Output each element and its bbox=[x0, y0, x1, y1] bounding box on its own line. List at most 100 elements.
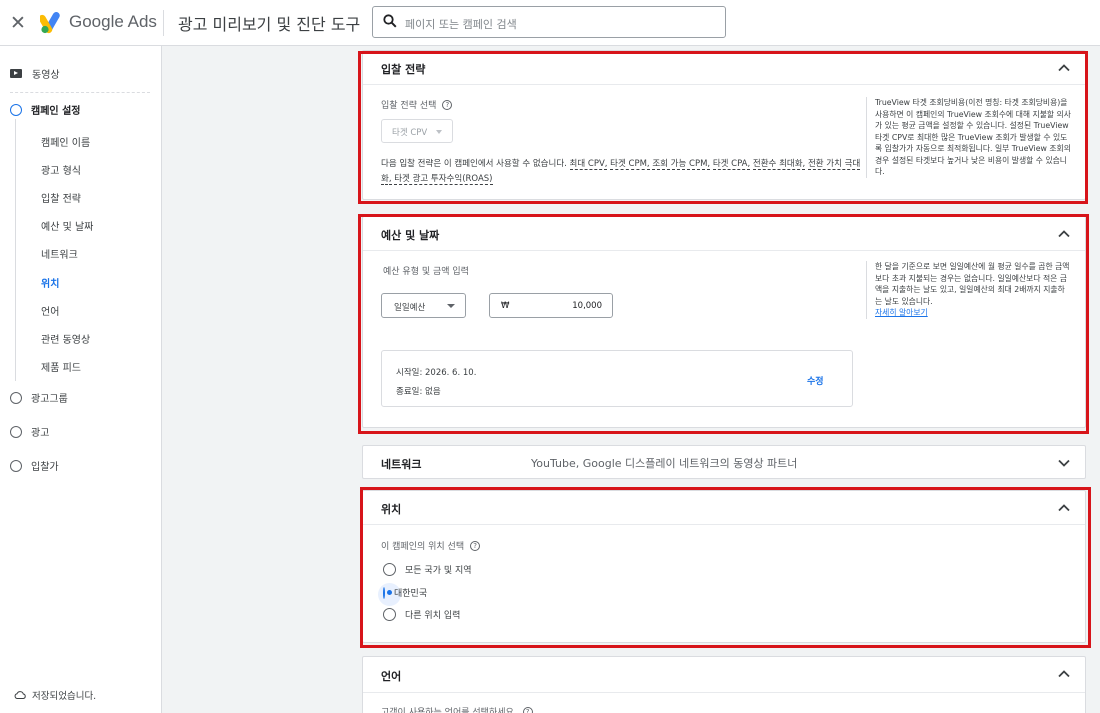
sidebar-subitem-network[interactable]: 네트워크 bbox=[41, 246, 78, 261]
step-circle-icon bbox=[10, 425, 22, 438]
video-icon bbox=[10, 69, 22, 78]
sidebar-subitem-product-feed[interactable]: 제품 피드 bbox=[41, 359, 81, 374]
sidebar-step-campaign-settings[interactable]: 캠페인 설정 bbox=[10, 102, 80, 117]
sidebar-subitem-budget[interactable]: 예산 및 날짜 bbox=[41, 218, 93, 233]
location-card: 위치 이 캠페인의 위치 선택? 모든 국가 및 지역 대한민국 다른 위치 입… bbox=[362, 490, 1086, 643]
sidebar: 동영상 캠페인 설정 캠페인 이름 광고 형식 입찰 전략 예산 및 날짜 네트… bbox=[0, 46, 162, 713]
bidding-strategy-card: 입찰 전략 입찰 전략 선택? 타겟 CPV 다음 입찰 전략은 이 캠페인에서… bbox=[362, 50, 1086, 200]
radio-label: 모든 국가 및 지역 bbox=[405, 566, 472, 576]
radio-button-selected[interactable] bbox=[383, 586, 385, 599]
sidebar-subitem-ad-format[interactable]: 광고 형식 bbox=[41, 162, 81, 177]
strategy-link-max-conversions[interactable]: 전환수 최대화, bbox=[752, 159, 806, 170]
dropdown-arrow-icon bbox=[436, 130, 442, 134]
network-summary: YouTube, Google 디스플레이 네트워크의 동영상 파트너 bbox=[531, 457, 798, 470]
close-icon[interactable]: ✕ bbox=[10, 12, 26, 34]
card-header[interactable]: 입찰 전략 bbox=[363, 51, 1085, 85]
chevron-up-icon[interactable] bbox=[1057, 667, 1071, 681]
sidebar-item-label: 동영상 bbox=[32, 70, 60, 81]
card-header[interactable]: 예산 및 날짜 bbox=[363, 217, 1085, 251]
learn-more-link[interactable]: 자세히 알아보기 bbox=[875, 307, 1071, 319]
strategy-link-max-cpv[interactable]: 최대 CPV, bbox=[569, 159, 608, 170]
help-icon[interactable]: ? bbox=[470, 540, 481, 551]
brand-name: Google Ads bbox=[69, 12, 157, 31]
sidebar-divider bbox=[10, 92, 150, 93]
budget-dates-card: 예산 및 날짜 예산 유형 및 금액 입력 일일예산 ₩ 10,000 시작일:… bbox=[362, 216, 1086, 428]
tool-title: 광고 미리보기 및 진단 도구 bbox=[178, 15, 361, 34]
radio-wrap bbox=[378, 582, 401, 606]
sidebar-connector-line bbox=[15, 119, 16, 381]
sidebar-item-video[interactable]: 동영상 bbox=[10, 66, 60, 81]
chevron-up-icon[interactable] bbox=[1057, 501, 1071, 515]
chevron-down-icon[interactable] bbox=[1057, 456, 1071, 470]
sidebar-step-ads[interactable]: 광고 bbox=[10, 424, 49, 439]
label-text: 고객이 사용하는 언어를 선택하세요. bbox=[381, 708, 517, 713]
strategy-link-target-cpa[interactable]: 타겟 CPA, bbox=[712, 159, 751, 170]
sidebar-item-label: 광고그룹 bbox=[31, 394, 68, 405]
label-text: 입찰 전략 선택 bbox=[381, 101, 437, 111]
location-option-korea[interactable]: 대한민국 bbox=[378, 582, 428, 606]
bidding-select-label: 입찰 전략 선택? bbox=[381, 98, 453, 111]
cloud-done-icon bbox=[14, 691, 26, 699]
location-option-other[interactable]: 다른 위치 입력 bbox=[383, 608, 460, 621]
sidebar-subitem-related-videos[interactable]: 관련 동영상 bbox=[41, 331, 90, 346]
radio-label: 대한민국 bbox=[394, 589, 428, 599]
note-prefix: 다음 입찰 전략은 이 캠페인에서 사용할 수 없습니다. bbox=[381, 159, 567, 169]
sidebar-subitem-location[interactable]: 위치 bbox=[41, 275, 59, 290]
start-date: 시작일: 2026. 6. 10. bbox=[396, 368, 477, 378]
sidebar-step-ad-group[interactable]: 광고그룹 bbox=[10, 390, 68, 405]
language-select-label: 고객이 사용하는 언어를 선택하세요.? bbox=[381, 705, 533, 713]
radio-button[interactable] bbox=[383, 563, 396, 576]
saved-status: 저장되었습니다. bbox=[14, 688, 96, 702]
budget-type-label: 예산 유형 및 금액 입력 bbox=[383, 267, 469, 277]
location-option-all[interactable]: 모든 국가 및 지역 bbox=[383, 563, 472, 576]
edit-dates-button[interactable]: 수정 bbox=[807, 374, 824, 387]
step-circle-icon bbox=[10, 459, 22, 472]
label-text: 이 캠페인의 위치 선택 bbox=[381, 542, 465, 552]
date-summary-box: 시작일: 2026. 6. 10. 종료일: 없음 수정 bbox=[381, 350, 853, 407]
google-ads-logo-icon bbox=[40, 12, 60, 34]
sidebar-item-label: 캠페인 설정 bbox=[31, 106, 81, 117]
dropdown-arrow-icon bbox=[447, 304, 455, 308]
help-icon[interactable]: ? bbox=[442, 99, 453, 110]
bidding-strategy-dropdown: 타겟 CPV bbox=[381, 119, 453, 143]
end-date: 종료일: 없음 bbox=[396, 387, 441, 397]
chevron-up-icon[interactable] bbox=[1057, 61, 1071, 75]
chevron-up-icon[interactable] bbox=[1057, 227, 1071, 241]
aside-text: TrueView 타겟 조회당비용(이전 명칭: 타겟 조회당비용)을 사용하면… bbox=[875, 98, 1071, 176]
sidebar-subitem-campaign-name[interactable]: 캠페인 이름 bbox=[41, 134, 90, 149]
bidding-help-aside: TrueView 타겟 조회당비용(이전 명칭: 타겟 조회당비용)을 사용하면… bbox=[866, 97, 1071, 178]
sidebar-step-bids[interactable]: 입찰가 bbox=[10, 458, 59, 473]
step-circle-icon bbox=[10, 391, 22, 404]
card-title: 예산 및 날짜 bbox=[381, 229, 440, 242]
card-title: 위치 bbox=[381, 503, 402, 516]
search-icon bbox=[383, 14, 397, 28]
currency-symbol: ₩ bbox=[501, 301, 510, 311]
network-card[interactable]: 네트워크 YouTube, Google 디스플레이 네트워크의 동영상 파트너 bbox=[362, 445, 1086, 479]
budget-help-aside: 한 달을 기준으로 보면 일일예산에 월 평균 일수를 곱한 금액보다 초과 지… bbox=[866, 261, 1071, 319]
card-title: 네트워크 bbox=[381, 458, 422, 471]
budget-amount-input[interactable]: ₩ 10,000 bbox=[489, 293, 613, 318]
sidebar-subitem-language[interactable]: 언어 bbox=[41, 303, 59, 318]
card-title: 입찰 전략 bbox=[381, 63, 426, 76]
strategy-link-target-cpm[interactable]: 타겟 CPM, bbox=[610, 159, 650, 170]
card-header[interactable]: 위치 bbox=[363, 491, 1085, 525]
budget-type-dropdown[interactable]: 일일예산 bbox=[381, 293, 466, 318]
strategy-link-viewable-cpm[interactable]: 조회 가능 CPM, bbox=[652, 159, 711, 170]
card-title: 언어 bbox=[381, 670, 402, 683]
sidebar-item-label: 광고 bbox=[31, 428, 50, 439]
radio-label: 다른 위치 입력 bbox=[405, 611, 461, 621]
step-circle-icon bbox=[10, 103, 22, 116]
search-placeholder: 페이지 또는 캠페인 검색 bbox=[405, 18, 517, 31]
help-icon[interactable]: ? bbox=[522, 706, 533, 713]
search-input[interactable]: 페이지 또는 캠페인 검색 bbox=[372, 6, 726, 38]
sidebar-subitem-bidding[interactable]: 입찰 전략 bbox=[41, 190, 81, 205]
card-header[interactable]: 언어 bbox=[363, 657, 1085, 693]
header-divider bbox=[163, 10, 164, 36]
strategy-link-target-roas[interactable]: 타겟 광고 투자수익(ROAS) bbox=[394, 174, 493, 185]
location-select-label: 이 캠페인의 위치 선택? bbox=[381, 539, 481, 552]
unavailable-strategies-note: 다음 입찰 전략은 이 캠페인에서 사용할 수 없습니다. 최대 CPV, 타겟… bbox=[381, 157, 861, 187]
dropdown-value: 일일예산 bbox=[394, 303, 426, 313]
budget-amount-value: 10,000 bbox=[572, 301, 602, 311]
radio-button[interactable] bbox=[383, 608, 396, 621]
dropdown-value: 타겟 CPV bbox=[392, 128, 428, 138]
